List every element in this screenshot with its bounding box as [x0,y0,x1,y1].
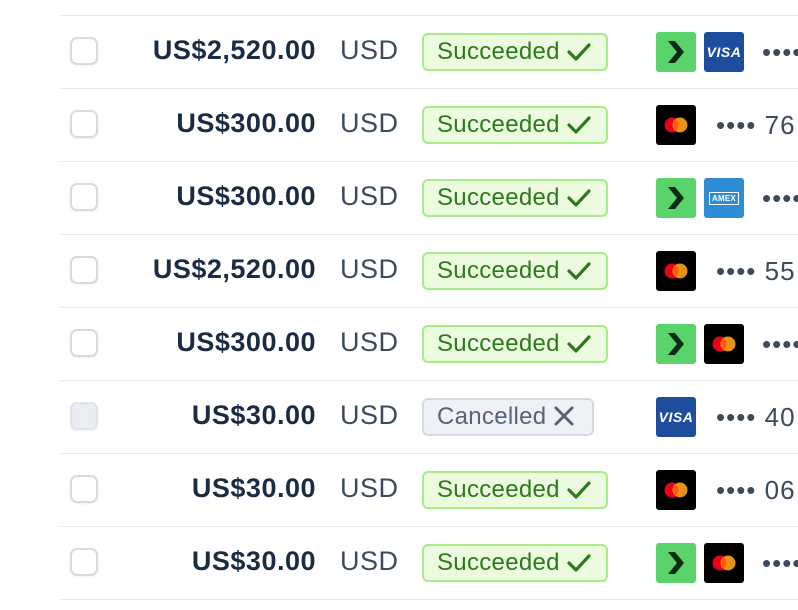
payment-currency: USD [340,181,399,211]
status-badge: Succeeded [422,179,608,217]
row-checkbox[interactable] [70,183,98,211]
card-last4: •••• [762,183,798,213]
status-label: Succeeded [437,38,560,65]
card-last4: •••• 55 [716,256,796,286]
payment-currency: USD [340,327,399,357]
card-last4: •••• 40 [716,402,796,432]
mastercard-icon [656,105,696,145]
table-row[interactable]: US$2,520.00 USD Succeeded VISA •••• [60,15,798,88]
status-label: Succeeded [437,476,560,503]
row-checkbox[interactable] [70,256,98,284]
row-checkbox[interactable] [70,110,98,138]
payment-amount: US$2,520.00 [152,254,316,284]
card-last4: •••• 06 [716,475,796,505]
amex-icon: AMEX [704,178,744,218]
link-icon [656,543,696,583]
table-row[interactable]: US$30.00 USD Cancelled VISA •••• 40 [60,380,798,453]
visa-icon: VISA [656,397,696,437]
payment-amount: US$300.00 [176,108,316,138]
status-label: Cancelled [437,403,547,430]
cross-icon [552,406,576,428]
card-last4: •••• 76 [716,110,796,140]
row-checkbox[interactable] [70,329,98,357]
payment-currency: USD [340,400,399,430]
visa-logo-text: VISA [706,44,742,60]
table-row[interactable]: US$30.00 USD Succeeded •••• 06 [60,453,798,526]
row-checkbox[interactable] [70,37,98,65]
card-last4: •••• [762,37,798,67]
table-row[interactable]: US$300.00 USD Succeeded AMEX •••• [60,161,798,234]
link-icon [656,32,696,72]
payment-amount: US$300.00 [176,327,316,357]
status-badge: Cancelled [422,398,594,436]
table-row[interactable]: US$300.00 USD Succeeded •••• 76 [60,88,798,161]
table-row[interactable]: US$300.00 USD Succeeded •••• [60,307,798,380]
status-label: Succeeded [437,257,560,284]
payment-currency: USD [340,108,399,138]
card-last4: •••• [762,548,798,578]
status-badge: Succeeded [422,544,608,582]
status-badge: Succeeded [422,106,608,144]
status-label: Succeeded [437,184,560,211]
card-last4: •••• [762,329,798,359]
mastercard-icon [656,251,696,291]
row-checkbox [70,402,98,430]
payment-amount: US$30.00 [191,546,316,576]
status-badge: Succeeded [422,325,608,363]
status-label: Succeeded [437,330,560,357]
payment-currency: USD [340,473,399,503]
status-label: Succeeded [437,549,560,576]
mastercard-icon [704,324,744,364]
checkmark-icon [566,114,592,136]
checkmark-icon [566,552,592,574]
table-row[interactable]: US$2,520.00 USD Succeeded •••• 55 [60,234,798,307]
row-checkbox[interactable] [70,548,98,576]
payment-amount: US$300.00 [176,181,316,211]
payment-amount: US$2,520.00 [152,35,316,65]
checkmark-icon [566,187,592,209]
amex-logo-text: AMEX [709,191,739,205]
payment-amount: US$30.00 [191,400,316,430]
payments-table: US$2,520.00USDSucceededVISA••••US$300.00… [0,0,798,610]
visa-icon: VISA [704,32,744,72]
checkmark-icon [566,41,592,63]
payment-amount: US$30.00 [191,473,316,503]
status-badge: Succeeded [422,252,608,290]
status-label: Succeeded [437,111,560,138]
link-icon [656,178,696,218]
mastercard-icon [656,470,696,510]
link-icon [656,324,696,364]
payment-currency: USD [340,254,399,284]
checkmark-icon [566,333,592,355]
payment-currency: USD [340,546,399,576]
row-checkbox[interactable] [70,475,98,503]
status-badge: Succeeded [422,33,608,71]
table-row[interactable]: US$30.00 USD Succeeded •••• [60,526,798,600]
mastercard-icon [704,543,744,583]
status-badge: Succeeded [422,471,608,509]
payment-currency: USD [340,35,399,65]
checkmark-icon [566,479,592,501]
checkmark-icon [566,260,592,282]
visa-logo-text: VISA [658,409,694,425]
